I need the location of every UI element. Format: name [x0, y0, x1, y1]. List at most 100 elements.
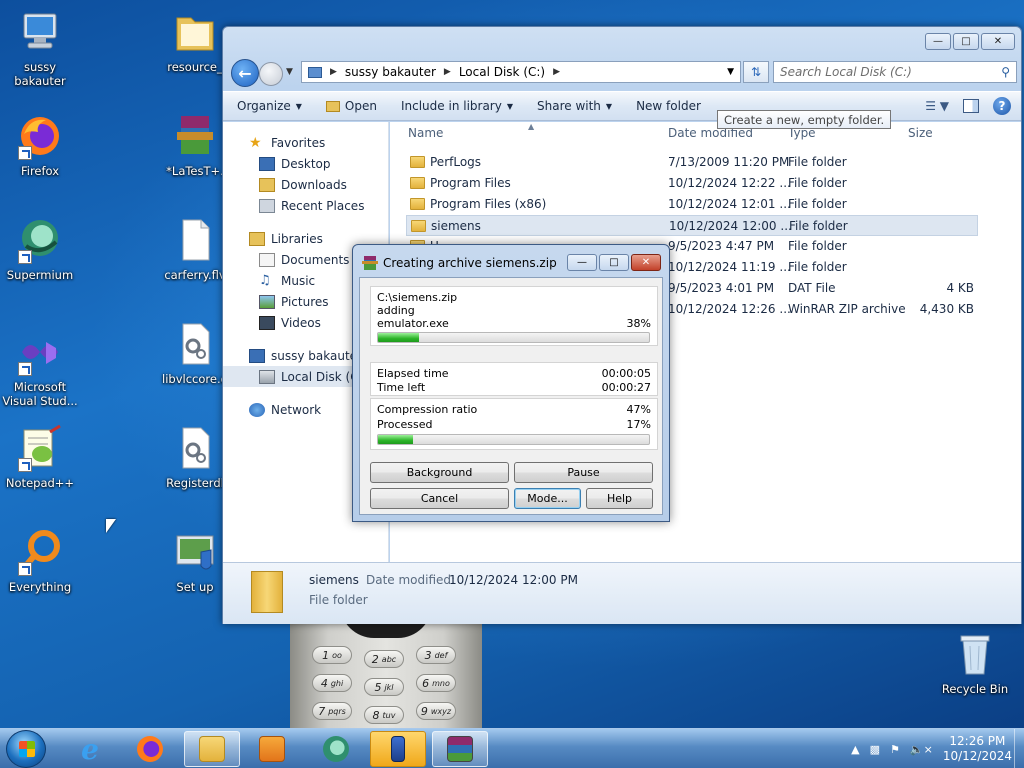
nav-downloads[interactable]: Downloads — [223, 174, 388, 195]
preview-pane-icon[interactable] — [963, 99, 979, 113]
desktop-icon-firefox[interactable]: Firefox — [0, 112, 80, 178]
organize-button[interactable]: Organize ▼ — [237, 99, 302, 113]
change-view-icon[interactable]: ☰ ▼ — [925, 99, 949, 113]
archive-path: C:\siemens.zip — [377, 291, 458, 304]
breadcrumb-separator[interactable]: ▶ — [444, 67, 451, 77]
help-icon[interactable]: ? — [993, 97, 1011, 115]
shortcut-arrow-icon — [18, 146, 32, 160]
help-button[interactable]: Help — [586, 488, 653, 509]
show-desktop-button[interactable] — [1014, 729, 1024, 768]
nav-recent-places[interactable]: Recent Places — [223, 195, 388, 216]
address-bar[interactable]: ▶ sussy bakauter ▶ Local Disk (C:) ▶ ▼ — [301, 61, 741, 83]
file-row[interactable]: Program Files 10/12/2024 12:22 ... File … — [406, 173, 978, 194]
desktop-icon-label: Notepad++ — [5, 476, 75, 490]
supermium-icon — [16, 216, 64, 264]
winrar-progress-dialog[interactable]: Creating archive siemens.zip — □ ✕ C:\si… — [352, 244, 670, 522]
phone-key: 3 def — [416, 646, 456, 664]
new-folder-button[interactable]: New folder — [636, 99, 701, 113]
star-icon: ★ — [249, 134, 262, 151]
breadcrumb-computer[interactable]: sussy bakauter — [345, 65, 436, 79]
clock-date: 10/12/2024 — [942, 749, 1012, 763]
folder-icon — [410, 177, 425, 189]
minimize-button[interactable]: — — [925, 33, 951, 50]
desktop-icon-computer[interactable]: sussy bakauter — [0, 8, 80, 88]
firefox-icon — [16, 112, 64, 160]
back-button[interactable]: ← — [231, 59, 259, 87]
desktop-icon-recycle-bin[interactable]: Recycle Bin — [935, 630, 1015, 696]
start-button[interactable] — [6, 730, 46, 768]
pause-button[interactable]: Pause — [514, 462, 653, 483]
include-in-library-button[interactable]: Include in library ▼ — [401, 99, 513, 113]
action-center-flag-icon[interactable]: ⚑ — [890, 743, 900, 756]
search-icon: ⚲ — [1001, 65, 1010, 79]
address-dropdown[interactable]: ▼ — [727, 67, 734, 77]
close-button[interactable]: ✕ — [981, 33, 1015, 50]
cancel-button[interactable]: Cancel — [370, 488, 509, 509]
time-left-label: Time left — [377, 381, 426, 394]
clock[interactable]: 12:26 PM 10/12/2024 — [943, 734, 1012, 764]
volume-muted-icon[interactable]: 🔈× — [910, 743, 933, 756]
network-tray-icon[interactable]: ▩ — [870, 743, 880, 756]
current-file: emulator.exe — [377, 317, 449, 330]
shortcut-arrow-icon — [18, 458, 32, 472]
details-pane: siemens Date modified: 10/12/2024 12:00 … — [223, 562, 1021, 624]
processed-value: 17% — [626, 418, 651, 431]
recent-pages-dropdown[interactable]: ▼ — [286, 67, 293, 77]
minimize-button[interactable]: — — [567, 254, 597, 271]
file-row[interactable]: PerfLogs 7/13/2009 11:20 PM File folder — [406, 152, 978, 173]
file-row-selected[interactable]: siemens 10/12/2024 12:00 ... File folder — [406, 215, 978, 236]
show-hidden-icons-icon[interactable]: ▲ — [851, 743, 859, 756]
supermium-icon — [323, 736, 349, 762]
clock-time: 12:26 PM — [949, 734, 1006, 748]
nav-favorites[interactable]: ★ Favorites — [223, 132, 388, 153]
taskbar-firefox[interactable] — [122, 731, 178, 767]
system-tray: ▲ ▩ ⚑ 🔈× 12:26 PM 10/12/2024 — [851, 733, 1012, 765]
ratio-value: 47% — [626, 403, 651, 416]
taskbar-winrar[interactable] — [432, 731, 488, 767]
taskbar: e ▲ ▩ ⚑ 🔈× 12:26 PM 10/12/2024 — [0, 728, 1024, 768]
dialog-body: C:\siemens.zip adding emulator.exe 38% E… — [359, 277, 663, 515]
column-header-name[interactable]: Name — [408, 126, 443, 144]
videos-icon — [259, 315, 275, 330]
forward-button[interactable] — [259, 62, 283, 86]
desktop-icon-visual-studio[interactable]: Microsoft Visual Stud... — [0, 328, 80, 408]
winrar-icon — [447, 736, 473, 762]
taskbar-explorer[interactable] — [184, 731, 240, 767]
internet-explorer-icon: e — [81, 732, 99, 766]
refresh-icon: ⇅ — [750, 65, 762, 79]
refresh-button[interactable]: ⇅ — [743, 61, 769, 83]
total-progress-fill — [378, 435, 414, 444]
desktop-icon-label: Firefox — [20, 164, 60, 178]
phone-key: 1 oo — [312, 646, 352, 664]
taskbar-media-player[interactable] — [244, 731, 300, 767]
folder-open-icon — [325, 100, 340, 112]
shortcut-arrow-icon — [18, 562, 32, 576]
dll-file-icon — [171, 424, 219, 472]
taskbar-phone-emulator[interactable] — [370, 731, 426, 767]
taskbar-internet-explorer[interactable]: e — [62, 731, 118, 767]
breadcrumb-separator[interactable]: ▶ — [330, 67, 337, 77]
share-with-button[interactable]: Share with ▼ — [537, 99, 612, 113]
mode-button[interactable]: Mode... — [514, 488, 581, 509]
open-button[interactable]: Open — [325, 99, 377, 113]
maximize-button[interactable]: □ — [599, 254, 629, 271]
file-row[interactable]: Program Files (x86) 10/12/2024 12:01 ...… — [406, 194, 978, 215]
command-bar: Organize ▼ Open Include in library ▼ Share… — [223, 91, 1021, 121]
maximize-button[interactable]: □ — [953, 33, 979, 50]
desktop-icon-everything[interactable]: Everything — [0, 528, 80, 594]
desktop-icon-notepadpp[interactable]: Notepad++ — [0, 424, 80, 490]
search-placeholder: Search Local Disk (C:) — [780, 65, 912, 79]
firefox-icon — [137, 736, 163, 762]
folder-icon — [171, 8, 219, 56]
breadcrumb-local-disk[interactable]: Local Disk (C:) — [459, 65, 545, 79]
search-input[interactable]: Search Local Disk (C:) ⚲ — [773, 61, 1017, 83]
computer-small-icon — [249, 348, 265, 363]
background-button[interactable]: Background — [370, 462, 509, 483]
desktop-icon-supermium[interactable]: Supermium — [0, 216, 80, 282]
desktop-small-icon — [259, 156, 275, 171]
close-button[interactable]: ✕ — [631, 254, 661, 271]
taskbar-supermium[interactable] — [308, 731, 364, 767]
column-header-size[interactable]: Size — [908, 126, 933, 144]
nav-desktop[interactable]: Desktop — [223, 153, 388, 174]
breadcrumb-separator[interactable]: ▶ — [553, 67, 560, 77]
